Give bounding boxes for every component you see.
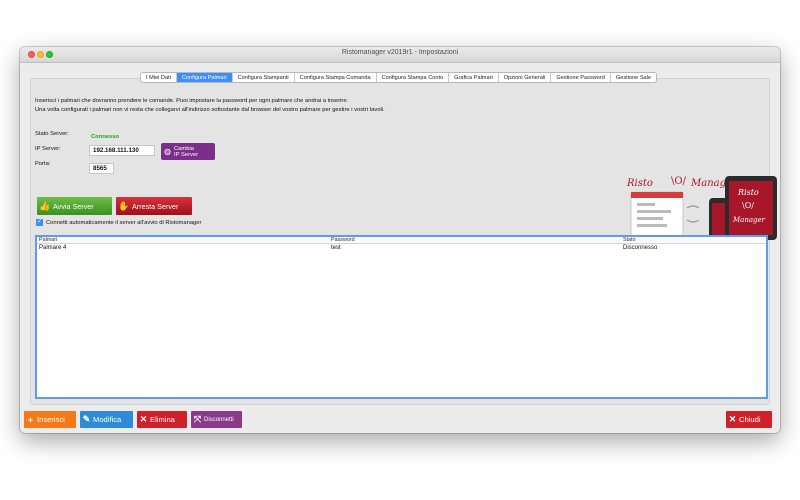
close-button[interactable]: ✕ Chiudi	[726, 411, 772, 428]
delete-label: Elimina	[150, 415, 175, 424]
tab-grafica-palmari[interactable]: Grafica Palmari	[449, 73, 499, 82]
settings-panel: Inserisci i palmari che dovranno prender…	[30, 78, 777, 405]
svg-text:\O/: \O/	[671, 176, 687, 187]
row-password: test	[331, 245, 341, 251]
disconnect-button[interactable]: ⤧ Disconnetti	[191, 411, 242, 428]
start-server-button[interactable]: 👍 Avvia Server	[37, 197, 112, 215]
tab-opzioni-generali[interactable]: Opzioni Generali	[499, 73, 552, 82]
title-bar: Ristomanager v2019r1 - Impostazioni	[20, 47, 780, 63]
palmari-table: Palmari Password Stato Palmare 4 test Di…	[35, 235, 768, 399]
globe-icon: ◍	[164, 147, 171, 156]
close-label: Chiudi	[739, 415, 761, 424]
change-ip-label-2: IP Server	[174, 151, 199, 158]
tab-configura-stampa-comanda[interactable]: Configura Stampa Comanda	[295, 73, 377, 82]
column-header-palmari[interactable]: Palmari	[39, 237, 57, 244]
auto-connect-checkbox[interactable]: ✓	[36, 219, 43, 226]
svg-text:\O/: \O/	[742, 201, 754, 210]
ip-server-field[interactable]: 192.168.111.130	[89, 145, 155, 156]
settings-window: Ristomanager v2019r1 - Impostazioni Inse…	[20, 47, 780, 433]
window-title: Ristomanager v2019r1 - Impostazioni	[341, 49, 459, 56]
ip-server-label: IP Server:	[35, 146, 61, 152]
stop-server-label: Arresta Server	[132, 201, 179, 211]
tab-configura-palmari[interactable]: Configura Palmari	[176, 73, 233, 82]
server-status-label: Stato Server:	[35, 131, 69, 137]
tab-miei-dati[interactable]: I Miei Dati	[141, 73, 177, 82]
auto-connect-row: ✓ Connetti automaticamente il server all…	[36, 219, 201, 226]
stop-server-button[interactable]: ✋ Arresta Server	[116, 197, 192, 215]
svg-text:Risto: Risto	[737, 188, 759, 197]
tab-configura-stampanti[interactable]: Configura Stampanti	[233, 73, 295, 82]
server-status-value: Connesso	[91, 134, 120, 140]
port-label: Porta:	[35, 161, 51, 167]
row-status: Disconnesso	[623, 245, 658, 251]
instruction-line-1: Inserisci i palmari che dovranno prender…	[35, 98, 349, 104]
thumbs-up-icon: 👍	[39, 200, 51, 211]
pencil-icon: ✎	[82, 414, 91, 424]
tab-gestione-password[interactable]: Gestione Password	[551, 73, 611, 82]
change-ip-button[interactable]: ◍ Cambia IP Server	[161, 143, 215, 160]
column-header-stato[interactable]: Stato	[623, 237, 636, 244]
port-field[interactable]: 8565	[89, 163, 114, 174]
table-header: Palmari Password Stato	[37, 237, 766, 244]
auto-connect-label: Connetti automaticamente il server all'a…	[46, 219, 202, 226]
tab-gestione-sale[interactable]: Gestione Sale	[611, 73, 656, 82]
svg-text:Manager: Manager	[732, 216, 766, 224]
start-server-label: Avvia Server	[53, 201, 94, 211]
disconnect-label: Disconnetti	[204, 416, 234, 423]
unlink-icon: ⤧	[193, 414, 202, 424]
edit-button[interactable]: ✎ Modifica	[80, 411, 133, 428]
settings-tabs: I Miei Dati Configura Palmari Configura …	[140, 72, 658, 83]
x-icon: ✕	[139, 414, 148, 424]
column-header-password[interactable]: Password	[331, 237, 355, 244]
x-icon: ✕	[728, 414, 737, 424]
insert-button[interactable]: + Inserisci	[24, 411, 76, 428]
hand-stop-icon: ✋	[118, 200, 130, 211]
plus-icon: +	[27, 414, 34, 425]
insert-label: Inserisci	[37, 415, 65, 424]
instruction-line-2: Una volta configurati i palmari non vi r…	[35, 107, 385, 113]
tab-configura-stampa-conto[interactable]: Configura Stampa Conto	[377, 73, 450, 82]
row-palmare-name: Palmare 4	[39, 245, 67, 251]
logo-text-risto: Risto	[626, 178, 653, 189]
delete-button[interactable]: ✕ Elimina	[137, 411, 187, 428]
edit-label: Modifica	[93, 415, 122, 424]
